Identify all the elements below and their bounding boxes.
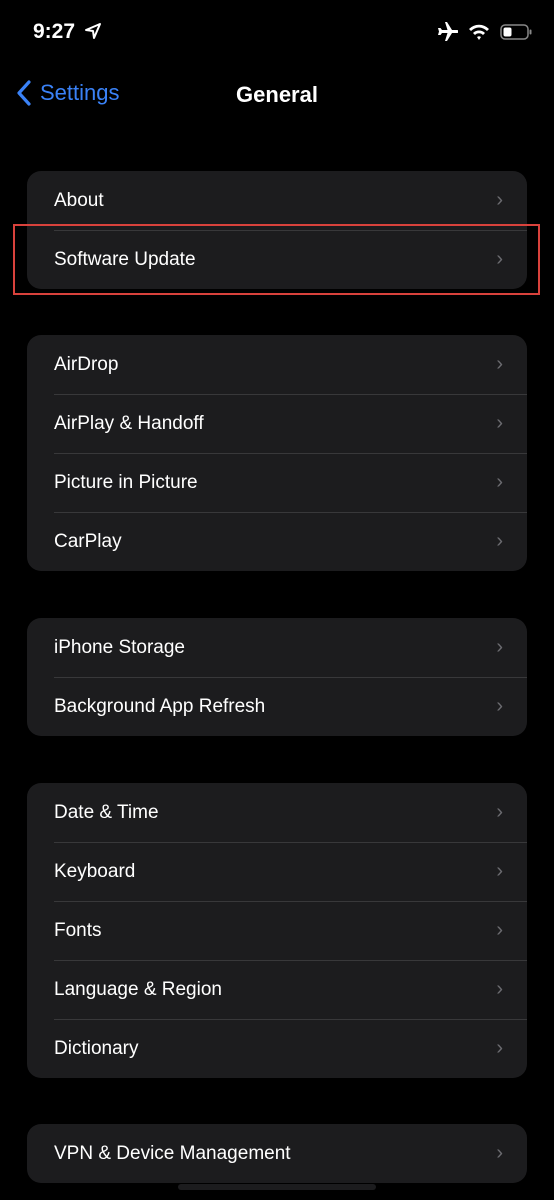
row-label: About xyxy=(54,189,104,211)
row-label: iPhone Storage xyxy=(54,636,185,658)
settings-row-date-time[interactable]: Date & Time › xyxy=(27,783,527,842)
wifi-icon xyxy=(469,24,489,40)
row-label: Date & Time xyxy=(54,801,159,823)
page-title: General xyxy=(236,82,318,107)
status-time: 9:27 xyxy=(33,20,76,43)
row-label: Fonts xyxy=(54,919,102,941)
chevron-right-icon: › xyxy=(496,919,503,941)
settings-row-vpn-device-management[interactable]: VPN & Device Management › xyxy=(27,1124,527,1183)
settings-group: AirDrop › AirPlay & Handoff › Picture in Pic… xyxy=(27,335,527,571)
location-arrow-icon xyxy=(85,23,101,39)
chevron-right-icon: › xyxy=(496,860,503,882)
settings-group: VPN & Device Management › xyxy=(27,1124,527,1183)
row-label: VPN & Device Management xyxy=(54,1142,291,1164)
settings-row-language-region[interactable]: Language & Region › xyxy=(27,960,527,1019)
settings-row-iphone-storage[interactable]: iPhone Storage › xyxy=(27,618,527,677)
row-label: Dictionary xyxy=(54,1037,139,1059)
row-label: Language & Region xyxy=(54,978,222,1000)
row-label: CarPlay xyxy=(54,530,122,552)
settings-row-airdrop[interactable]: AirDrop › xyxy=(27,335,527,394)
status-icons xyxy=(436,22,532,42)
chevron-right-icon: › xyxy=(496,353,503,375)
settings-row-fonts[interactable]: Fonts › xyxy=(27,901,527,960)
chevron-right-icon: › xyxy=(496,412,503,434)
chevron-right-icon: › xyxy=(496,471,503,493)
home-indicator xyxy=(178,1184,376,1190)
airplane-icon xyxy=(438,22,458,41)
chevron-right-icon: › xyxy=(496,978,503,1000)
settings-row-about[interactable]: About › xyxy=(27,171,527,230)
chevron-right-icon: › xyxy=(496,1037,503,1059)
settings-row-carplay[interactable]: CarPlay › xyxy=(27,512,527,571)
row-label: Keyboard xyxy=(54,860,136,882)
row-label: Background App Refresh xyxy=(54,695,266,717)
settings-row-airplay-handoff[interactable]: AirPlay & Handoff › xyxy=(27,394,527,453)
row-label: AirDrop xyxy=(54,353,119,375)
settings-row-keyboard[interactable]: Keyboard › xyxy=(27,842,527,901)
chevron-right-icon: › xyxy=(496,189,503,211)
settings-row-picture-in-picture[interactable]: Picture in Picture › xyxy=(27,453,527,512)
settings-row-dictionary[interactable]: Dictionary › xyxy=(27,1019,527,1078)
settings-group: Date & Time › Keyboard › Fonts › Language & Re… xyxy=(27,783,527,1078)
chevron-right-icon: › xyxy=(496,530,503,552)
chevron-right-icon: › xyxy=(496,801,503,823)
chevron-right-icon: › xyxy=(496,636,503,658)
settings-row-background-app-refresh[interactable]: Background App Refresh › xyxy=(27,677,527,736)
row-label: AirPlay & Handoff xyxy=(54,412,204,434)
highlight-box xyxy=(13,224,540,295)
chevron-right-icon: › xyxy=(496,695,503,717)
settings-group: iPhone Storage › Background App Refresh › xyxy=(27,618,527,736)
chevron-right-icon: › xyxy=(496,1142,503,1164)
battery-icon xyxy=(500,24,532,40)
row-label: Picture in Picture xyxy=(54,471,198,493)
